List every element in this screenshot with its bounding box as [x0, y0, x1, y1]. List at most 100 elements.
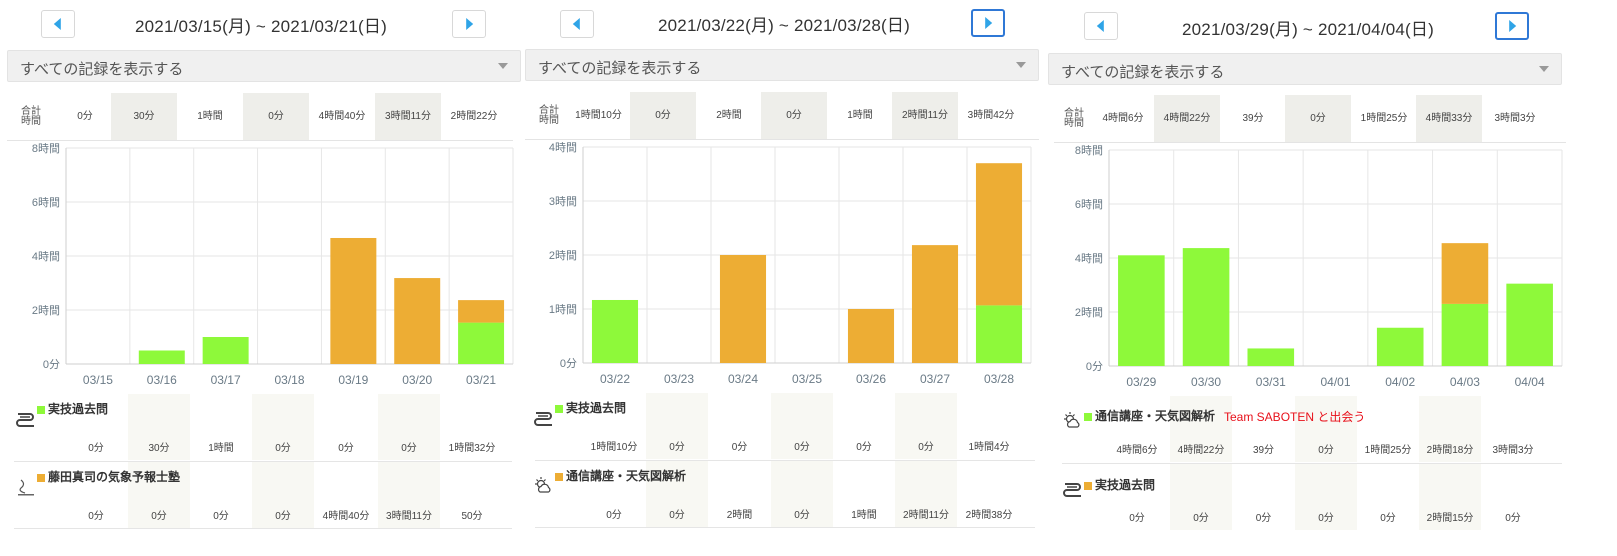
total-cell: 3時間42分 [967, 110, 1015, 121]
total-cell: 1時間 [197, 111, 223, 122]
record-value: 0分 [1295, 396, 1357, 462]
record-value: 4時間22分 [1170, 396, 1232, 462]
x-tick-label: 04/02 [1385, 375, 1415, 389]
record-value-text: 0分 [338, 443, 354, 454]
bar-green-04-03 [1441, 303, 1489, 366]
bar-green-03-22 [591, 299, 639, 363]
next-week-button[interactable] [971, 9, 1005, 37]
record-value-text: 2時間15分 [1426, 513, 1474, 524]
book-icon [1063, 483, 1081, 497]
y-tick-label: 4時間 [32, 250, 60, 263]
record-value-text: 0分 [856, 442, 872, 453]
record-value: 0分 [63, 394, 129, 460]
record-value: 1時間4分 [957, 393, 1021, 459]
record-value-text: 1時間4分 [968, 442, 1010, 453]
totals-row: 合計 時間 0分 30分 1時間 0分 4時間40分 3時間11分 2時間22分 [7, 93, 513, 141]
y-tick-label: 6時間 [32, 196, 60, 209]
bar-orange-03-24 [719, 255, 767, 363]
total-cell: 0分 [761, 92, 827, 139]
y-tick-label: 4時間 [1075, 252, 1103, 265]
week-panel-3: 2021/03/29(月) ~ 2021/04/04(日) すべての記録を表示す… [1048, 0, 1617, 556]
x-tick-label: 03/21 [466, 373, 496, 387]
record-value-text: 0分 [275, 443, 291, 454]
record-value: 0分 [128, 462, 190, 528]
x-tick-label: 03/29 [1126, 375, 1156, 389]
record-value-text: 0分 [1318, 445, 1334, 456]
total-cell: 0分 [1285, 95, 1351, 142]
record-value-text: 2時間 [726, 510, 753, 521]
bar-orange-03-20 [394, 278, 441, 364]
record-value-text: 2時間11分 [903, 510, 949, 521]
bar-orange-03-28 [975, 163, 1023, 306]
record-value-text: 0分 [794, 442, 810, 453]
record-value-text: 0分 [1129, 513, 1145, 524]
next-week-button[interactable] [452, 10, 486, 38]
record-value-text: 0分 [606, 510, 622, 521]
record-value-text: 1時間 [851, 510, 877, 521]
record-filter-value: すべての記録を表示する [538, 60, 702, 77]
x-tick-label: 03/15 [83, 373, 113, 387]
green-swatch [37, 405, 45, 414]
week-panel-2: 2021/03/22(月) ~ 2021/03/28(日) すべての記録を表示す… [525, 0, 1043, 556]
record-value: 39分 [1232, 396, 1295, 462]
total-cell: 3時間11分 [375, 93, 441, 140]
record-filter-select[interactable]: すべての記録を表示する [7, 50, 521, 82]
record-row: 実技過去問 1時間10分 0分 0分 0分 0分 0分 1時間4分 [525, 393, 1035, 461]
week-panel-1: 2021/03/15(月) ~ 2021/03/21(日) すべての記録を表示す… [0, 0, 522, 556]
week-range-title: 2021/03/15(月) ~ 2021/03/21(日) [135, 17, 387, 36]
next-week-button[interactable] [1495, 12, 1529, 40]
record-filter-select[interactable]: すべての記録を表示する [1048, 53, 1562, 85]
total-cell: 0分 [77, 111, 93, 122]
y-tick-label: 0分 [43, 358, 60, 371]
record-value: 50分 [440, 462, 504, 528]
record-value: 0分 [1357, 464, 1419, 530]
school-logo-icon [18, 479, 34, 496]
total-cell: 2時間 [716, 110, 742, 121]
record-value-text: 4時間6分 [1116, 445, 1158, 456]
record-value: 0分 [1232, 464, 1295, 530]
record-value: 0分 [646, 461, 708, 527]
total-cell: 2時間11分 [892, 92, 958, 139]
total-time-label: 合計 時間 [21, 106, 41, 127]
record-row: 藤田真司の気象予報士塾 0分 0分 0分 0分 4時間40分 3時間11分 50… [7, 462, 513, 530]
record-value-text: 0分 [401, 443, 417, 454]
record-value: 1時間 [190, 394, 252, 460]
bar-green-03-29 [1118, 255, 1165, 366]
week-nav: 2021/03/15(月) ~ 2021/03/21(日) [0, 0, 522, 50]
caret-down-icon [498, 63, 508, 69]
bar-orange-03-27 [911, 245, 959, 363]
x-tick-label: 04/01 [1320, 375, 1350, 389]
record-value-text: 0分 [918, 442, 934, 453]
total-cell: 0分 [243, 93, 309, 140]
caret-down-icon [1016, 62, 1026, 68]
record-value-text: 0分 [1318, 513, 1334, 524]
bar-green-03-17 [202, 337, 249, 364]
total-time-label: 合計 時間 [539, 105, 559, 126]
week-range-title: 2021/03/29(月) ~ 2021/04/04(日) [1182, 20, 1434, 39]
record-filter-select[interactable]: すべての記録を表示する [525, 49, 1039, 81]
chart-grid [582, 146, 1032, 364]
x-tick-label: 04/03 [1450, 375, 1480, 389]
record-value: 0分 [314, 394, 378, 460]
book-icon [534, 412, 552, 426]
orange-swatch [555, 472, 563, 481]
total-cell: 1時間25分 [1360, 113, 1408, 124]
total-cell: 30分 [111, 93, 177, 140]
total-cell: 39分 [1242, 113, 1264, 124]
record-filter-value: すべての記録を表示する [1061, 64, 1225, 81]
y-tick-label: 3時間 [549, 195, 577, 208]
record-value-text: 0分 [213, 511, 229, 522]
totals-row: 合計 時間 4時間6分 4時間22分 39分 0分 1時間25分 4時間33分 3… [1054, 95, 1566, 143]
x-tick-label: 03/18 [274, 373, 304, 387]
record-value: 0分 [1295, 464, 1357, 530]
record-value-text: 0分 [151, 511, 167, 522]
x-tick-label: 03/16 [147, 373, 177, 387]
total-cell: 4時間40分 [318, 111, 366, 122]
right-triangle-icon [466, 18, 474, 30]
x-tick-label: 03/30 [1191, 375, 1221, 389]
record-value: 0分 [833, 393, 895, 459]
total-cell: 1時間 [847, 110, 873, 121]
x-tick-label: 03/25 [792, 372, 822, 386]
bar-green-03-21 [458, 322, 505, 364]
book-icon [16, 413, 34, 427]
